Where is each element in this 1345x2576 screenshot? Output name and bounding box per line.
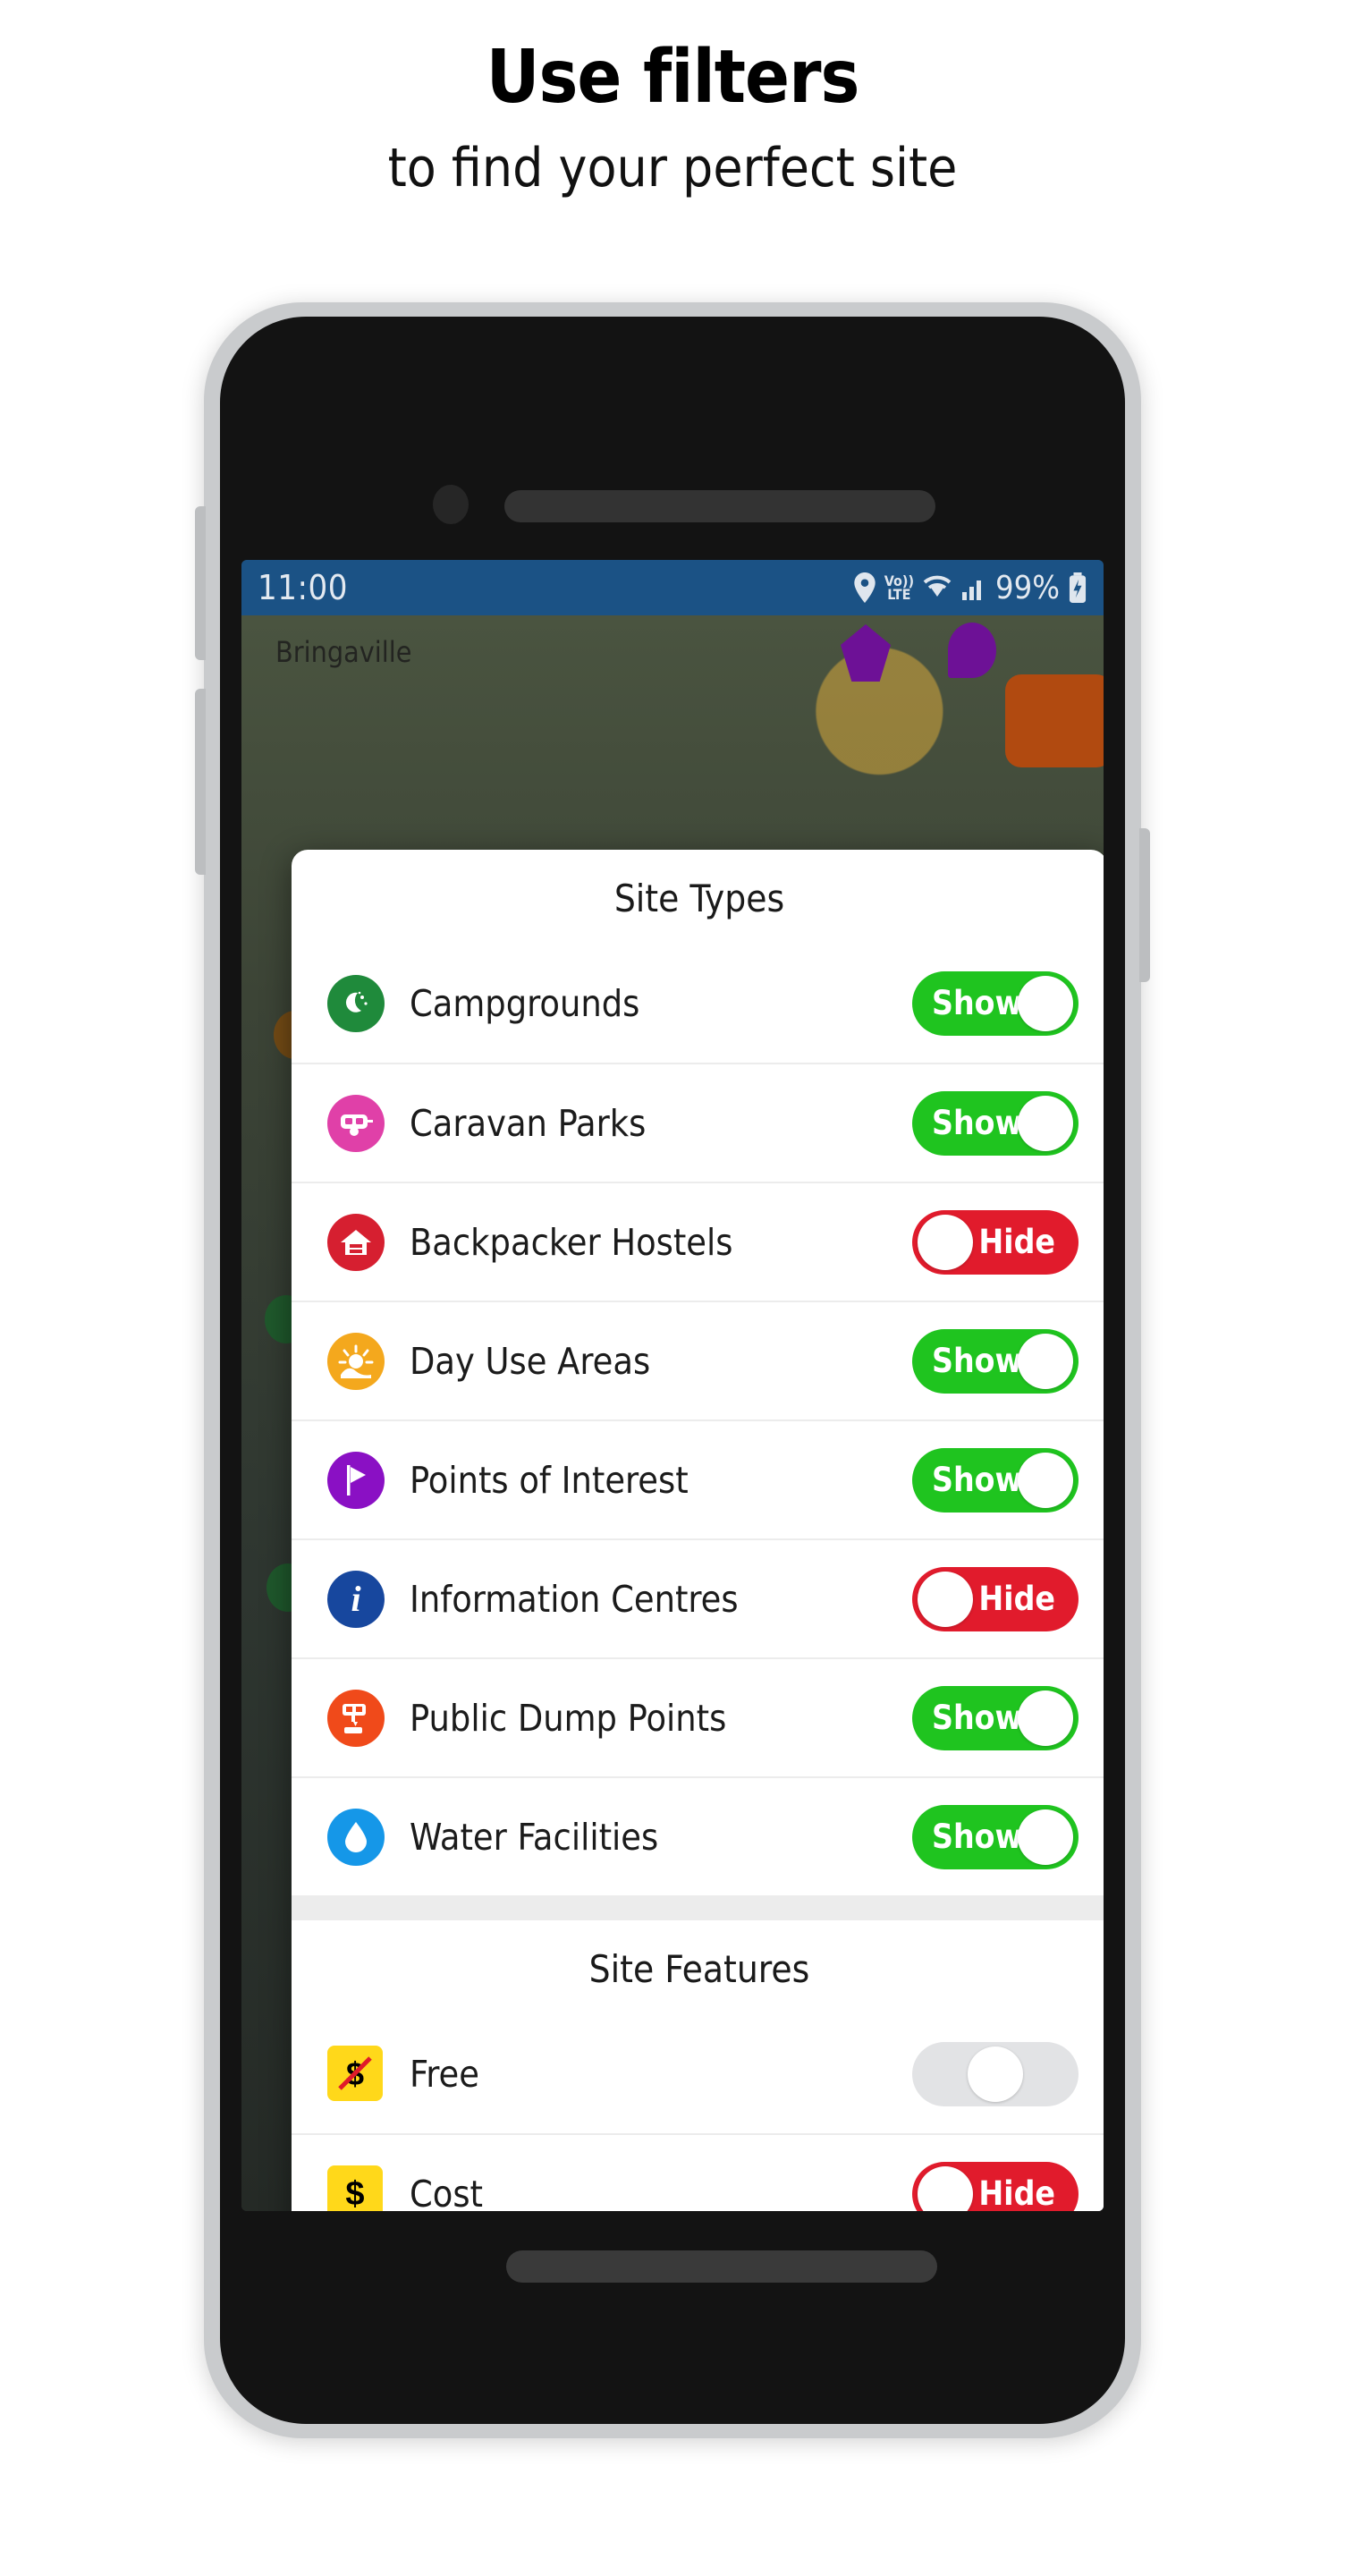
toggle-knob [918,1214,973,1270]
filter-label: Public Dump Points [410,1696,727,1740]
toggle-label: Hide [978,1223,1055,1261]
filter-label: Cost [410,2172,483,2212]
battery-percent-label: 99% [995,569,1060,606]
status-bar-time: 11:00 [258,568,349,607]
filter-row-water-facilities[interactable]: Water Facilities Show [292,1776,1104,1895]
location-pin-icon [853,572,876,603]
bottom-speaker [506,2250,937,2283]
toggle-label: Show [932,1818,1023,1856]
toggle-knob [1018,975,1073,1031]
information-i-icon: i [327,1570,385,1628]
volte-icon: Vo)) LTE [884,572,915,603]
caravan-icon [327,1094,385,1152]
filter-label: Free [410,2052,479,2096]
sun-over-hill-icon [327,1332,385,1390]
filter-row-caravan-parks[interactable]: Caravan Parks Show [292,1063,1104,1182]
section-title-site-types: Site Types [613,877,785,920]
filter-toggle-backpacker-hostels[interactable]: Hide [912,1209,1079,1275]
filter-label: Information Centres [410,1577,739,1621]
status-bar-indicators: Vo)) LTE 99% [853,570,1087,606]
filter-row-information-centres[interactable]: i Information Centres Hide [292,1538,1104,1657]
filter-toggle-day-use-areas[interactable]: Show [912,1328,1079,1394]
section-divider [292,1895,1104,1920]
filter-toggle-campgrounds[interactable]: Show [912,970,1079,1036]
toggle-knob [1018,1095,1073,1151]
status-bar: 11:00 Vo)) LTE 99% [241,560,1104,615]
filter-label: Water Facilities [410,1815,659,1859]
filters-dialog: Site Types Campgrounds Show Caravan Park… [292,850,1104,2211]
svg-text:$: $ [345,2175,364,2212]
filter-toggle-points-of-interest[interactable]: Show [912,1447,1079,1513]
map-action-button[interactable] [1005,674,1104,767]
toggle-knob [1018,1809,1073,1865]
toggle-label: Show [932,1699,1023,1737]
filter-toggle-water-facilities[interactable]: Show [912,1804,1079,1869]
map-marker-poi-1[interactable] [841,624,891,682]
filter-label: Day Use Areas [410,1339,651,1383]
dollar-icon: $ [327,2165,385,2212]
toggle-knob [1018,1452,1073,1508]
phone-screen: 11:00 Vo)) LTE 99% Bringaville Site Type… [241,560,1104,2211]
toggle-knob [968,2046,1023,2102]
filter-row-free[interactable]: $ Free [292,2014,1104,2133]
toggle-label: Hide [978,2174,1055,2211]
map-marker-poi-2[interactable] [948,623,996,678]
toggle-knob [1018,1690,1073,1746]
campground-moon-icon [327,974,385,1032]
promo-screenshot-page: Use filters to find your perfect site 11… [0,0,1345,2576]
toggle-label: Show [932,1104,1023,1142]
water-drop-icon [327,1808,385,1866]
filter-row-points-of-interest[interactable]: Points of Interest Show [292,1419,1104,1538]
filter-toggle-information-centres[interactable]: Hide [912,1566,1079,1631]
phone-device-frame: 11:00 Vo)) LTE 99% Bringaville Site Type… [195,302,1150,2438]
volume-up-button[interactable] [195,506,206,660]
filter-row-public-dump-points[interactable]: Public Dump Points Show [292,1657,1104,1776]
filter-row-cost[interactable]: $ Cost Hide [292,2133,1104,2211]
power-button[interactable] [1139,828,1150,982]
promo-title: Use filters [486,35,860,120]
filter-row-backpacker-hostels[interactable]: Backpacker Hostels Hide [292,1182,1104,1301]
promo-header: Use filters to find your perfect site [0,0,1345,199]
toggle-knob [918,1571,973,1627]
filter-label: Campgrounds [410,981,640,1025]
promo-subtitle: to find your perfect site [387,137,958,200]
toggle-knob [918,2165,973,2211]
filter-label: Caravan Parks [410,1101,647,1145]
filter-label: Backpacker Hostels [410,1220,733,1264]
map-place-label: Bringaville [275,635,412,669]
filter-row-campgrounds[interactable]: Campgrounds Show [292,944,1104,1063]
filter-toggle-cost[interactable]: Hide [912,2161,1079,2211]
section-title-site-features: Site Features [588,1947,810,1991]
wifi-icon [922,574,952,601]
no-cost-dollar-icon: $ [327,2045,385,2103]
filter-toggle-free[interactable] [912,2041,1079,2106]
front-camera-icon [433,485,469,524]
hostel-house-icon [327,1213,385,1271]
toggle-label: Show [932,1461,1023,1499]
volume-down-button[interactable] [195,689,206,875]
signal-bars-icon [960,574,987,601]
filter-row-day-use-areas[interactable]: Day Use Areas Show [292,1301,1104,1419]
toggle-label: Show [932,1342,1023,1380]
toggle-knob [1018,1333,1073,1389]
phone-bezel: 11:00 Vo)) LTE 99% Bringaville Site Type… [220,317,1125,2424]
battery-icon [1068,572,1087,603]
flag-icon [327,1451,385,1509]
toggle-label: Show [932,984,1023,1022]
filter-toggle-caravan-parks[interactable]: Show [912,1090,1079,1156]
filter-toggle-public-dump-points[interactable]: Show [912,1685,1079,1750]
filter-label: Points of Interest [410,1458,689,1502]
toggle-label: Hide [978,1580,1055,1618]
dump-point-icon [327,1689,385,1747]
earpiece-speaker [504,490,935,522]
